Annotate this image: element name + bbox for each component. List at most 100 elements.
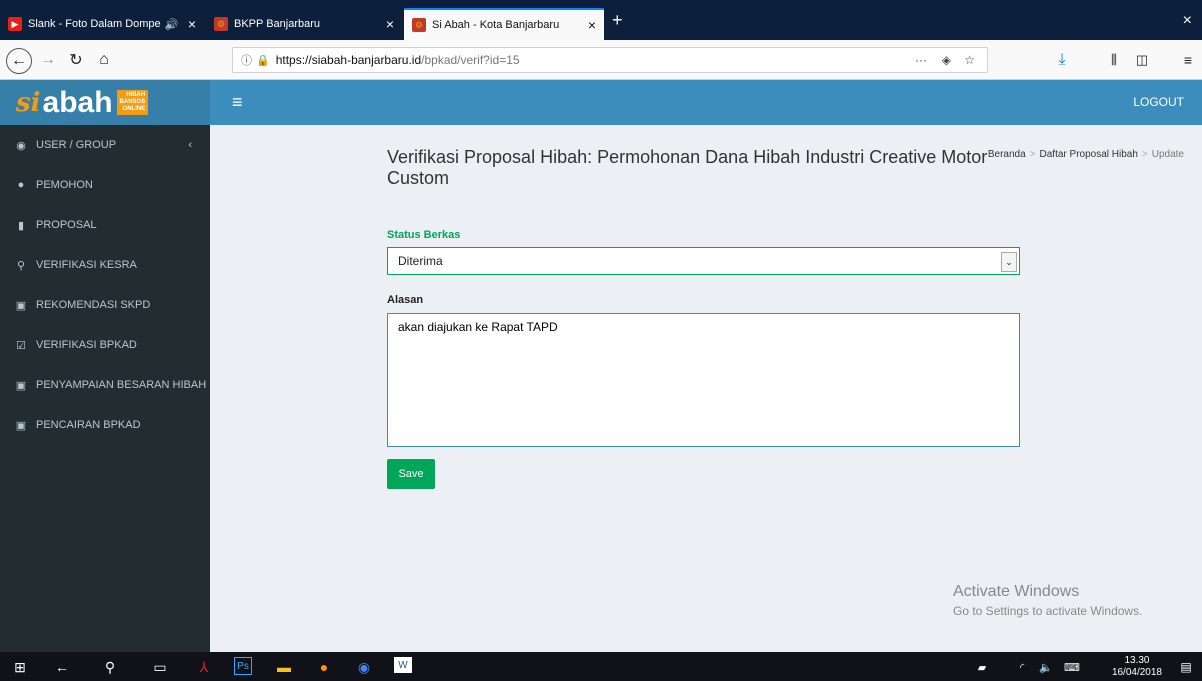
- network-icon[interactable]: ▰: [972, 657, 992, 677]
- reason-textarea[interactable]: akan diajukan ke Rapat TAPD: [387, 313, 1020, 447]
- search-icon: ⚲: [16, 259, 26, 272]
- money-icon: ▣: [15, 299, 27, 312]
- logo-tag: HIBAH BANSOS ONLINE: [116, 90, 149, 115]
- check-square-icon: ☑: [16, 339, 26, 352]
- tab-close-icon[interactable]: ×: [588, 17, 596, 33]
- wifi-icon[interactable]: ◜: [1012, 657, 1032, 677]
- sidebar-item-label: VERIFIKASI KESRA: [36, 259, 137, 271]
- photoshop-icon[interactable]: Ps: [234, 657, 252, 675]
- system-clock[interactable]: 13.30 16/04/2018: [1112, 655, 1162, 679]
- sidebar-item-penyampaian-besaran-hibah[interactable]: ▣ PENYAMPAIAN BESARAN HIBAH: [0, 365, 210, 405]
- bkpp-logo-icon: ⚙: [214, 17, 228, 31]
- chevron-down-icon[interactable]: ⌄: [1001, 252, 1017, 272]
- window-close-button[interactable]: ×: [1183, 12, 1192, 30]
- library-icon[interactable]: ⫼: [1102, 48, 1126, 72]
- acrobat-icon[interactable]: ⅄: [194, 657, 214, 677]
- info-icon[interactable]: ⓘ: [241, 52, 252, 68]
- hamburger-icon[interactable]: ≡: [232, 92, 243, 113]
- sidebar: ◉ USER / GROUP ‹ ● PEMOHON ▮ PROPOSAL ⚲ …: [0, 125, 210, 652]
- watermark-title: Activate Windows: [953, 583, 1080, 600]
- keyboard-icon[interactable]: ⌨: [1062, 657, 1082, 677]
- back-arrow-icon[interactable]: ←: [6, 48, 32, 74]
- status-label: Status Berkas: [387, 229, 461, 241]
- sidebar-item-label: PROPOSAL: [36, 219, 97, 231]
- activate-windows-watermark: Activate Windows Go to Settings to activ…: [953, 583, 1142, 618]
- sidebar-item-label: PENYAMPAIAN BESARAN HIBAH: [36, 379, 207, 391]
- clock-time: 13.30: [1124, 655, 1150, 666]
- word-icon[interactable]: W: [394, 657, 412, 673]
- logo-tag-line: HIBAH: [126, 92, 146, 98]
- tab-slank[interactable]: ▶ Slank - Foto Dalam Dompe 🔊 ×: [0, 8, 204, 40]
- logo-tag-line: ONLINE: [122, 106, 146, 112]
- siabah-logo[interactable]: si abah HIBAH BANSOS ONLINE: [0, 80, 210, 125]
- logout-button[interactable]: LOGOUT: [1133, 95, 1184, 109]
- sidebar-item-user-group[interactable]: ◉ USER / GROUP ‹: [0, 125, 210, 165]
- main-content: Beranda > Daftar Proposal Hibah > Update Ver…: [210, 125, 1202, 652]
- reason-label: Alasan: [387, 294, 424, 306]
- pocket-icon[interactable]: ◈: [942, 53, 951, 67]
- logo-abah: abah: [42, 85, 113, 119]
- search-icon[interactable]: ⚲: [100, 657, 120, 677]
- status-select[interactable]: Diterima ⌄: [387, 247, 1020, 275]
- url-host: https://siabah-banjarbaru.id: [275, 53, 422, 67]
- sidebar-item-label: REKOMENDASI SKPD: [36, 299, 151, 311]
- chrome-icon[interactable]: ◉: [354, 657, 374, 677]
- lock-icon[interactable]: 🔒: [256, 54, 270, 67]
- file-icon: ▮: [17, 219, 25, 232]
- forward-arrow-icon[interactable]: →: [36, 48, 60, 72]
- sidebar-item-proposal[interactable]: ▮ PROPOSAL: [0, 205, 210, 245]
- chevron-left-icon[interactable]: ‹: [188, 139, 192, 151]
- watermark-subtitle: Go to Settings to activate Windows.: [953, 604, 1143, 618]
- tab-close-icon[interactable]: ×: [386, 16, 394, 32]
- breadcrumb-current: Update: [1151, 149, 1184, 160]
- task-view-icon[interactable]: ▭: [150, 657, 170, 677]
- sidebar-item-label: USER / GROUP: [36, 139, 117, 151]
- tab-bkpp[interactable]: ⚙ BKPP Banjarbaru ×: [206, 8, 402, 40]
- speaker-icon[interactable]: 🔊: [165, 18, 179, 31]
- sidebar-item-label: PENCAIRAN BPKAD: [36, 419, 141, 431]
- logo-si: si: [16, 87, 41, 118]
- tab-close-icon[interactable]: ×: [188, 16, 196, 32]
- back-arrow-icon[interactable]: ←: [52, 657, 72, 677]
- page-title: Verifikasi Proposal Hibah: Permohonan Da…: [387, 147, 988, 188]
- breadcrumb-separator: >: [1029, 149, 1036, 160]
- tab-label: Si Abah - Kota Banjarbaru: [432, 19, 560, 31]
- sidebar-item-pemohon[interactable]: ● PEMOHON: [0, 165, 210, 205]
- siabah-logo-icon: ⚙: [412, 18, 426, 32]
- tab-label: Slank - Foto Dalam Dompe: [28, 18, 161, 30]
- volume-icon[interactable]: 🔈: [1036, 657, 1056, 677]
- breadcrumb-separator: >: [1141, 149, 1148, 160]
- sidebar-item-verifikasi-kesra[interactable]: ⚲ VERIFIKASI KESRA: [0, 245, 210, 285]
- sidebar-item-rekomendasi-skpd[interactable]: ▣ REKOMENDASI SKPD: [0, 285, 210, 325]
- bookmark-star-icon[interactable]: ☆: [964, 53, 975, 67]
- url-bar[interactable]: ⓘ 🔒 https://siabah-banjarbaru.id/bpkad/v…: [232, 47, 988, 73]
- home-icon[interactable]: ⌂: [92, 48, 116, 72]
- money-icon: ▣: [15, 379, 27, 392]
- file-explorer-icon[interactable]: ▬: [274, 657, 294, 677]
- windows-taskbar: ⊞ ← ⚲ ▭ ⅄ Ps ▬ ● ◉ W ▰ ◜ 🔈 ⌨ 13.30 16/04…: [0, 652, 1202, 681]
- sidebar-toggle-icon[interactable]: ◫: [1130, 48, 1154, 72]
- tab-siabah[interactable]: ⚙ Si Abah - Kota Banjarbaru ×: [404, 8, 604, 40]
- reload-icon[interactable]: ↻: [64, 48, 88, 72]
- user-icon: ●: [17, 179, 25, 191]
- firefox-icon[interactable]: ●: [314, 657, 334, 677]
- sidebar-item-pencairan-bpkad[interactable]: ▣ PENCAIRAN BPKAD: [0, 405, 210, 445]
- notification-icon[interactable]: ▤: [1176, 657, 1196, 677]
- save-button[interactable]: Save: [387, 459, 435, 489]
- app-header: si abah HIBAH BANSOS ONLINE ≡ LOGOUT: [0, 80, 1202, 125]
- menu-icon[interactable]: ≡: [1176, 48, 1200, 72]
- money-icon: ▣: [15, 419, 27, 432]
- user-circle-icon: ◉: [16, 139, 26, 152]
- new-tab-button[interactable]: +: [612, 10, 623, 31]
- youtube-icon: ▶: [8, 17, 22, 31]
- browser-tab-bar: ▶ Slank - Foto Dalam Dompe 🔊 × ⚙ BKPP Ba…: [0, 0, 1202, 40]
- status-selected-value: Diterima: [398, 254, 443, 268]
- logo-tag-line: BANSOS: [119, 99, 146, 105]
- url-path: /bpkad/verif?id=15: [421, 53, 520, 67]
- windows-start-icon[interactable]: ⊞: [10, 657, 30, 677]
- sidebar-item-label: PEMOHON: [36, 179, 93, 191]
- breadcrumb-list[interactable]: Daftar Proposal Hibah: [1040, 149, 1138, 160]
- download-icon[interactable]: ⤓: [1050, 48, 1074, 72]
- sidebar-item-verifikasi-bpkad[interactable]: ☑ VERIFIKASI BPKAD: [0, 325, 210, 365]
- page-actions-icon[interactable]: ···: [915, 53, 927, 67]
